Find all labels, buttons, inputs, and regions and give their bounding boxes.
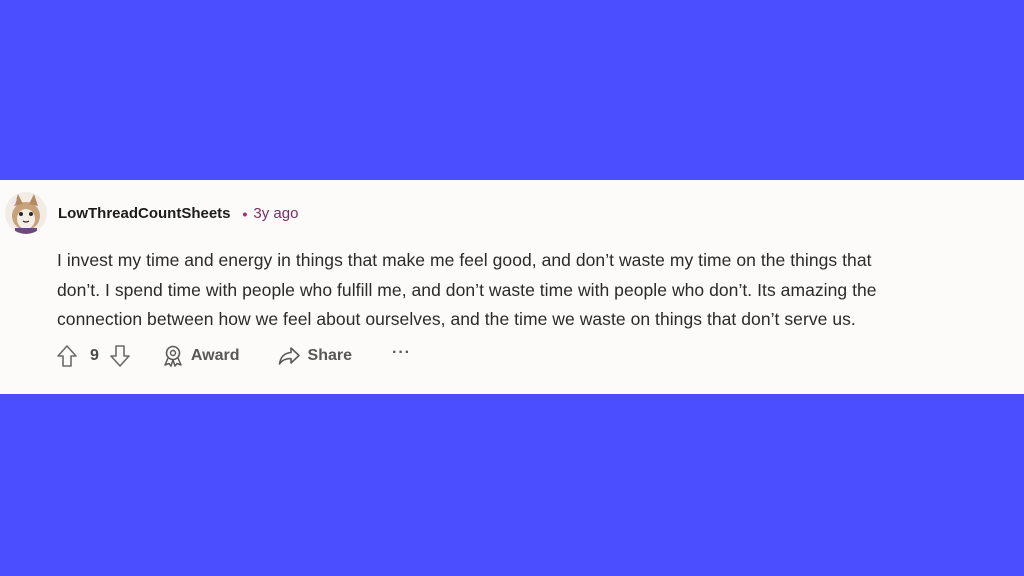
vote-count: 9 (90, 347, 99, 364)
comment-header: LowThreadCountSheets • 3y ago (58, 205, 298, 222)
comment-body-line: connection between how we feel about our… (57, 309, 856, 329)
comment-card: LowThreadCountSheets • 3y ago I invest m… (0, 180, 1024, 394)
award-button[interactable]: Award (163, 345, 240, 367)
comment-body-line: don’t. I spend time with people who fulf… (57, 279, 877, 300)
comment-body-line: I invest my time and energy in things th… (57, 250, 872, 270)
comment-action-bar: 9 Award Share ··· (56, 342, 411, 370)
upvote-arrow-icon[interactable] (56, 344, 78, 368)
share-button-label: Share (307, 347, 352, 364)
downvote-arrow-icon[interactable] (109, 344, 131, 368)
share-arrow-icon (278, 346, 300, 366)
avatar-illustration-icon (5, 192, 47, 234)
more-options-button[interactable]: ··· (392, 345, 411, 364)
share-button[interactable]: Share (278, 346, 352, 366)
comment-timestamp[interactable]: 3y ago (253, 205, 298, 222)
award-button-label: Award (190, 347, 240, 364)
meta-separator: • (242, 205, 248, 222)
user-avatar[interactable] (5, 192, 47, 234)
author-username[interactable]: LowThreadCountSheets (58, 205, 231, 222)
award-ribbon-icon (163, 345, 183, 367)
comment-body: I invest my time and energy in things th… (57, 246, 1012, 335)
